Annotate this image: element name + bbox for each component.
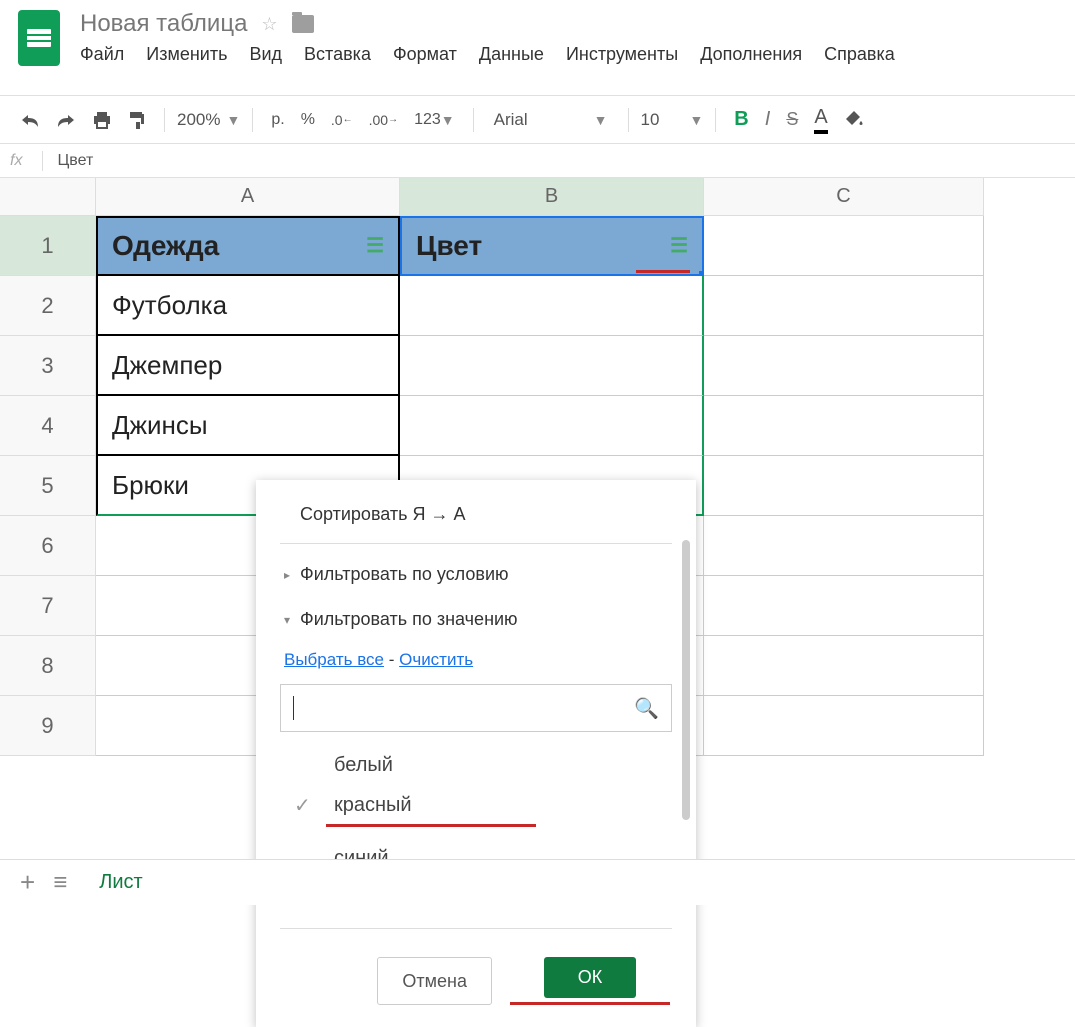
formula-bar[interactable]: fx Цвет [0, 144, 1075, 178]
strike-button[interactable]: S [780, 105, 804, 134]
cell-c6[interactable] [704, 516, 984, 576]
filter-popup: Сортировать Я → А ▸ Фильтровать по услов… [256, 480, 696, 1027]
num-format-select[interactable]: 123▼ [408, 107, 461, 133]
select-clear-links: Выбрать все - Очистить [256, 642, 696, 684]
menubar: Файл Изменить Вид Вставка Формат Данные … [80, 44, 1057, 65]
redo-icon[interactable] [50, 108, 82, 132]
font-select[interactable]: Arial▼ [486, 110, 616, 130]
row-header-3[interactable]: 3 [0, 336, 96, 396]
cell-c2[interactable] [704, 276, 984, 336]
select-all-corner[interactable] [0, 178, 96, 216]
text-cursor [293, 696, 294, 720]
divider [280, 928, 672, 929]
undo-icon[interactable] [14, 108, 46, 132]
filter-search-input[interactable]: 🔍 [280, 684, 672, 732]
annotation-underline [636, 270, 690, 273]
cell-b3[interactable] [400, 336, 704, 396]
print-icon[interactable] [86, 107, 118, 133]
bold-button[interactable]: B [728, 104, 754, 135]
formula-value[interactable]: Цвет [57, 152, 93, 170]
annotation-underline [510, 1002, 670, 1005]
chevron-down-icon: ▼ [226, 112, 240, 128]
font-size-select[interactable]: 10▼ [641, 110, 704, 130]
header: Новая таблица ☆ Файл Изменить Вид Вставк… [0, 0, 1075, 96]
row-header-7[interactable]: 7 [0, 576, 96, 636]
menu-insert[interactable]: Вставка [304, 44, 371, 65]
row-header-8[interactable]: 8 [0, 636, 96, 696]
fx-label: fx [10, 152, 22, 170]
menu-file[interactable]: Файл [80, 44, 124, 65]
clear-link[interactable]: Очистить [399, 650, 473, 669]
sheet-bar: + ≡ Лист [0, 859, 1075, 905]
col-header-c[interactable]: C [704, 178, 984, 216]
star-icon[interactable]: ☆ [261, 14, 277, 35]
spreadsheet-grid: A B C 1 Одежда ☰ Цвет ☰ 2 Футболка 3 Дже… [0, 178, 1075, 756]
row-header-2[interactable]: 2 [0, 276, 96, 336]
menu-help[interactable]: Справка [824, 44, 895, 65]
ok-button[interactable]: ОК [544, 957, 637, 998]
cell-a1[interactable]: Одежда ☰ [96, 216, 400, 276]
cell-c3[interactable] [704, 336, 984, 396]
header-a-label: Одежда [112, 230, 219, 262]
filter-icon[interactable]: ☰ [670, 236, 688, 256]
select-all-link[interactable]: Выбрать все [284, 650, 384, 669]
sort-za[interactable]: Сортировать Я → А [256, 494, 696, 535]
col-header-a[interactable]: A [96, 178, 400, 216]
folder-icon[interactable] [292, 15, 314, 33]
app-logo[interactable] [18, 10, 60, 66]
menu-tools[interactable]: Инструменты [566, 44, 678, 65]
cell-c7[interactable] [704, 576, 984, 636]
fill-color-button[interactable] [838, 105, 872, 135]
menu-format[interactable]: Формат [393, 44, 457, 65]
all-sheets-button[interactable]: ≡ [53, 869, 67, 897]
cell-c5[interactable] [704, 456, 984, 516]
cell-a4[interactable]: Джинсы [96, 396, 400, 456]
percent-button[interactable]: % [295, 107, 321, 133]
currency-button[interactable]: р. [265, 107, 290, 133]
dec-decimal-button[interactable]: .0← [325, 108, 359, 132]
cancel-button[interactable]: Отмена [377, 957, 492, 1005]
italic-button[interactable]: I [759, 104, 777, 135]
header-b-label: Цвет [416, 230, 482, 262]
menu-view[interactable]: Вид [249, 44, 282, 65]
scrollbar[interactable] [682, 540, 690, 820]
triangle-right-icon: ▸ [284, 568, 290, 582]
divider [280, 543, 672, 544]
search-icon[interactable]: 🔍 [634, 696, 659, 721]
row-header-4[interactable]: 4 [0, 396, 96, 456]
annotation-underline [326, 824, 536, 827]
sheet-tab[interactable]: Лист [85, 863, 156, 902]
cell-a3[interactable]: Джемпер [96, 336, 400, 396]
menu-edit[interactable]: Изменить [146, 44, 227, 65]
row-header-1[interactable]: 1 [0, 216, 96, 276]
menu-data[interactable]: Данные [479, 44, 544, 65]
row-header-9[interactable]: 9 [0, 696, 96, 756]
filter-icon[interactable]: ☰ [366, 236, 384, 256]
cell-b2[interactable] [400, 276, 704, 336]
row-header-5[interactable]: 5 [0, 456, 96, 516]
cell-a2[interactable]: Футболка [96, 276, 400, 336]
doc-title[interactable]: Новая таблица [80, 10, 247, 38]
filter-by-condition[interactable]: ▸ Фильтровать по условию [256, 552, 696, 597]
cell-c9[interactable] [704, 696, 984, 756]
cell-c1[interactable] [704, 216, 984, 276]
filter-by-value[interactable]: ▾ Фильтровать по значению [256, 597, 696, 642]
col-header-b[interactable]: B [400, 178, 704, 216]
cell-b1[interactable]: Цвет ☰ [400, 216, 704, 276]
filter-value-item[interactable]: белый [280, 746, 672, 785]
cell-b4[interactable] [400, 396, 704, 456]
paint-format-icon[interactable] [122, 106, 152, 134]
text-color-button[interactable]: A [808, 102, 833, 138]
zoom-select[interactable]: 200%▼ [177, 110, 240, 130]
menu-addons[interactable]: Дополнения [700, 44, 802, 65]
inc-decimal-button[interactable]: .00→ [363, 108, 404, 132]
row-header-6[interactable]: 6 [0, 516, 96, 576]
cell-c8[interactable] [704, 636, 984, 696]
add-sheet-button[interactable]: + [20, 867, 35, 898]
filter-value-item[interactable]: ✓ красный [280, 785, 672, 826]
cell-c4[interactable] [704, 396, 984, 456]
check-icon: ✓ [294, 793, 316, 818]
toolbar: 200%▼ р. % .0← .00→ 123▼ Arial▼ 10▼ B I … [0, 96, 1075, 144]
triangle-down-icon: ▾ [284, 613, 290, 627]
